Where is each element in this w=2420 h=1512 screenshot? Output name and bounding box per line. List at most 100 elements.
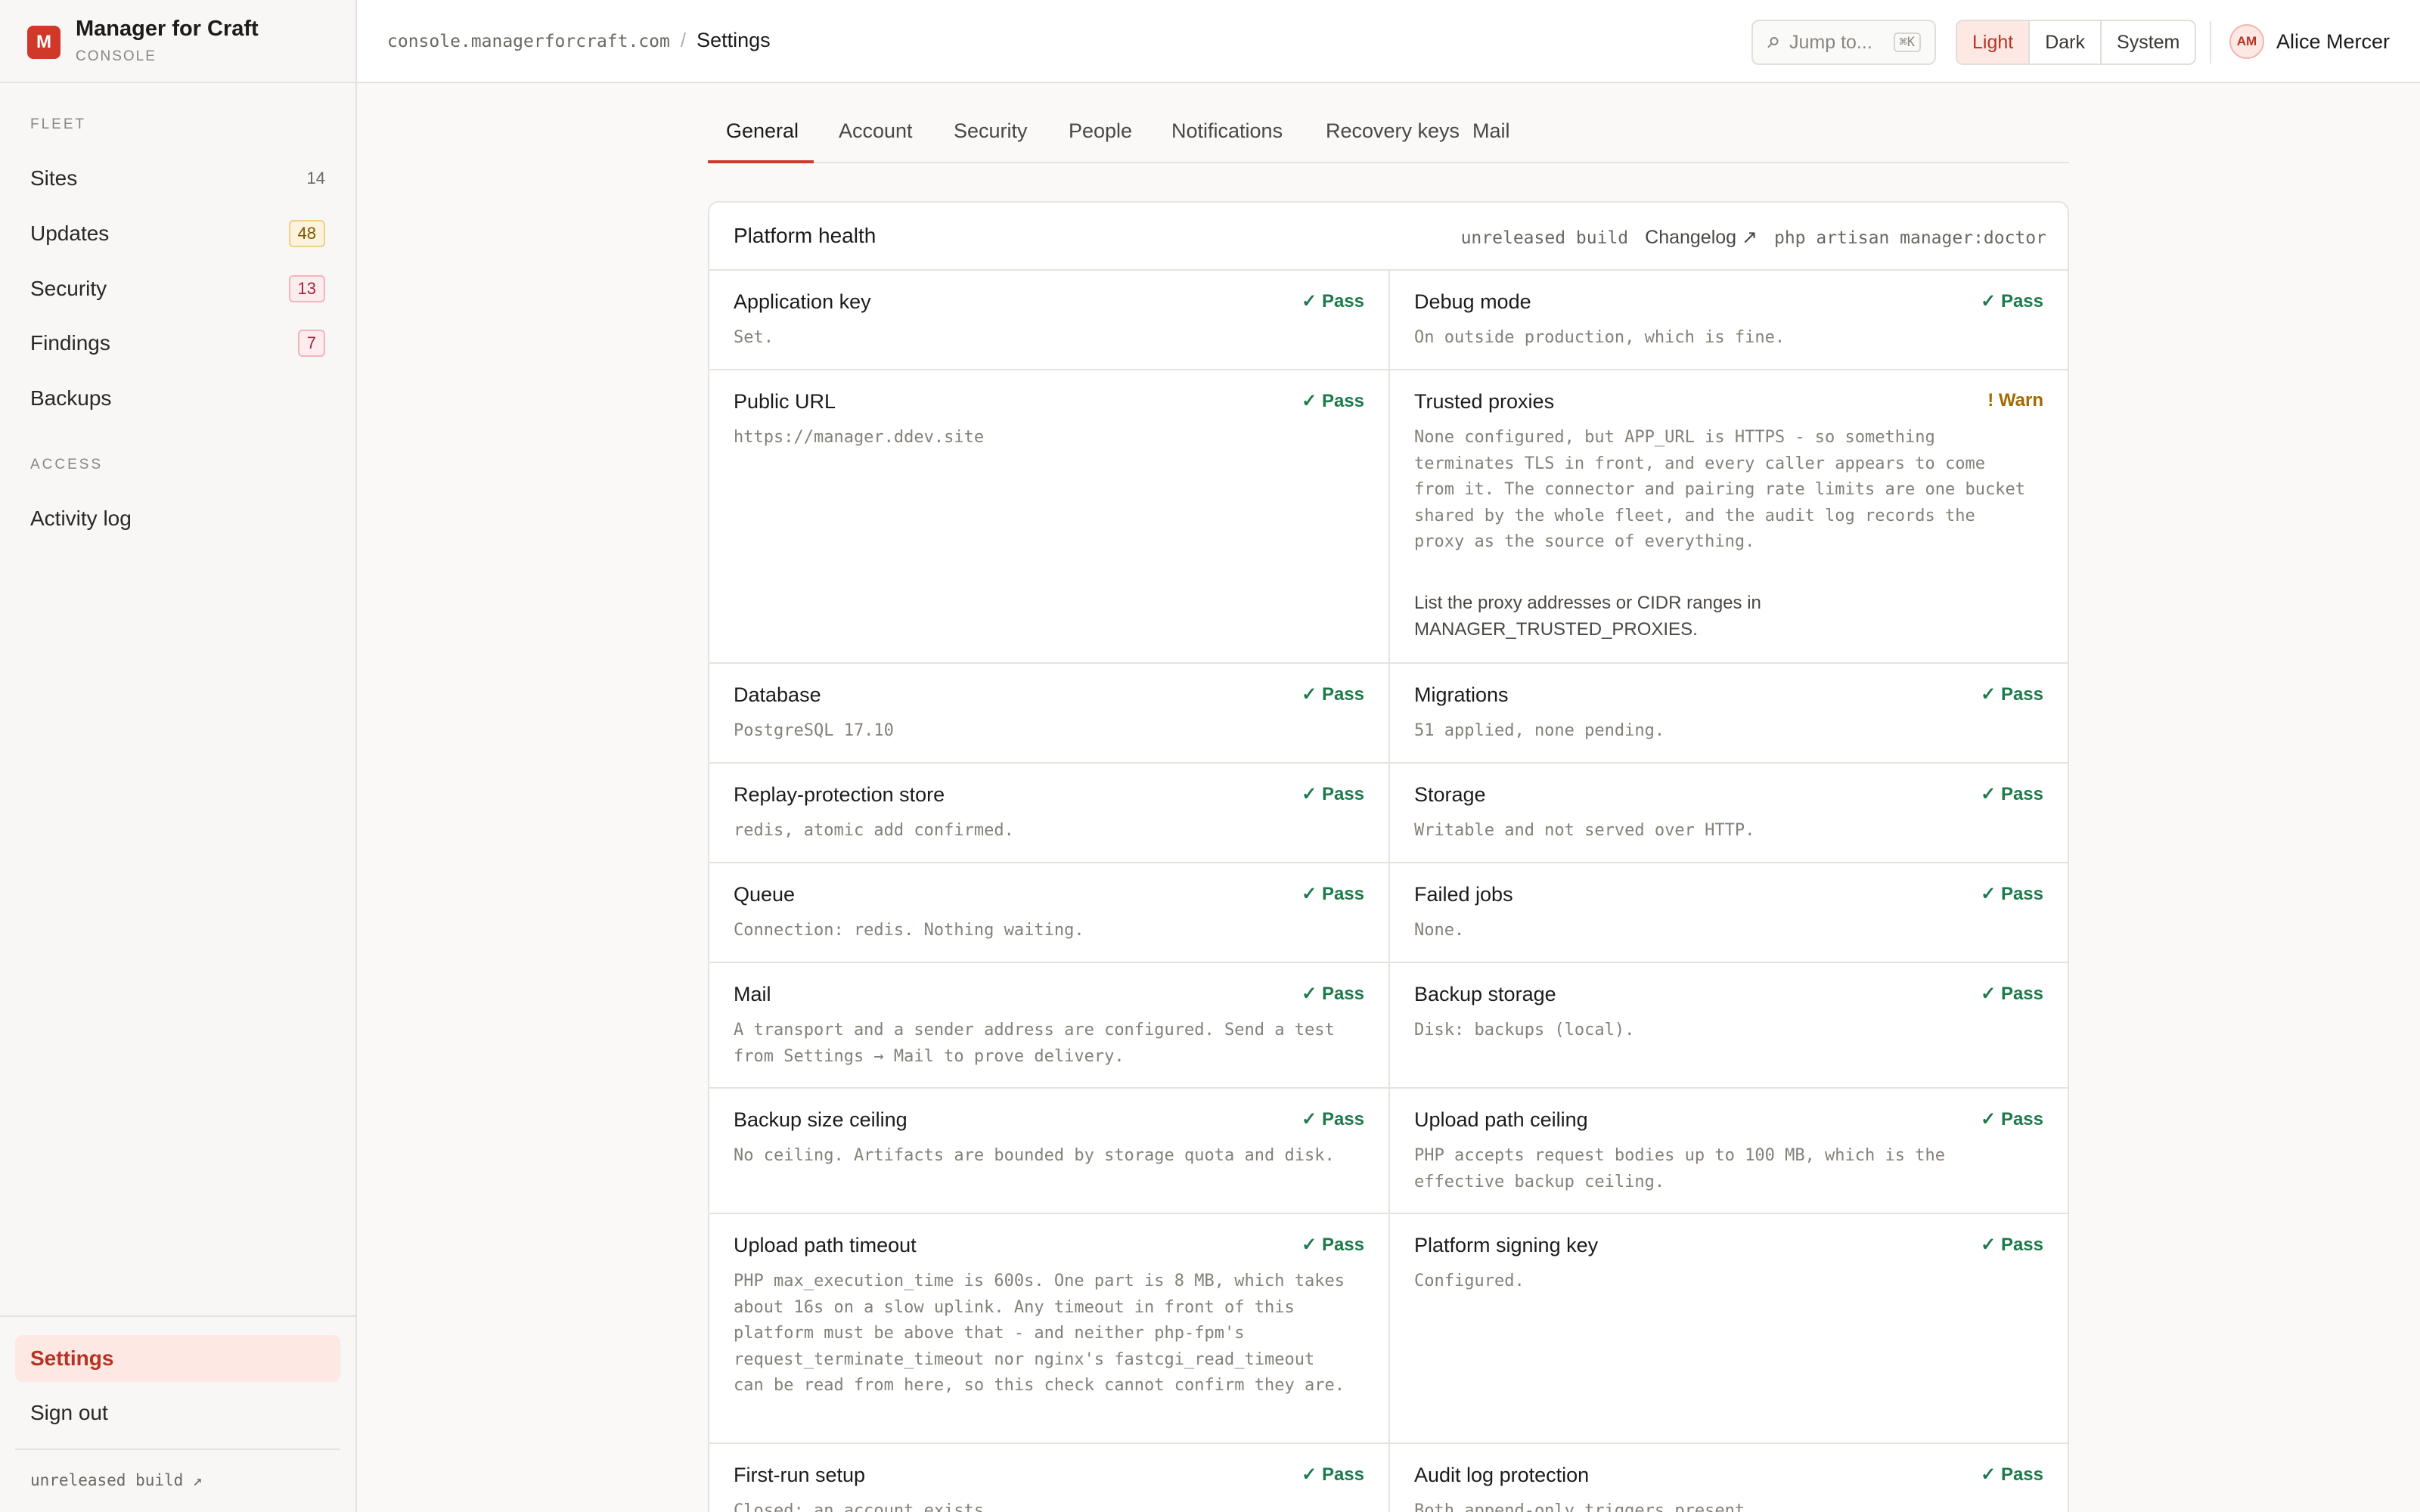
check-title: Failed jobs [1414,883,1513,906]
changelog-link[interactable]: Changelog ↗ [1645,226,1758,249]
check-detail: On outside production, which is fine. [1414,328,1786,347]
check-debug-mode: Debug mode ✓ Pass On outside production,… [1388,271,2068,370]
check-public-url: Public URL ✓ Pass https://manager.ddev.s… [709,370,1390,664]
check-status: ✓ Pass [1981,1235,2043,1255]
check-title: Public URL [734,390,836,413]
check-status: ✓ Pass [1302,884,1364,904]
nav-group-fleet: FLEET [30,116,87,132]
check-detail: Both append-only triggers present. [1414,1501,1755,1512]
tab-notifications[interactable]: Notifications [1171,110,1283,163]
top-bar: console.managerforcraft.com / Settings J… [357,0,2420,83]
check-migrations: Migrations ✓ Pass 51 applied, none pendi… [1388,664,2068,764]
check-detail: 51 applied, none pending. [1414,721,1665,740]
check-replay-protection-store: Replay-protection store ✓ Pass redis, at… [709,764,1390,863]
keyboard-shortcut: ⌘K [1893,33,1921,52]
breadcrumb-separator: / [680,29,687,51]
check-detail: None configured, but APP_URL is HTTPS - … [1414,428,2025,551]
theme-system-button[interactable]: System [2102,21,2195,64]
app-name: Manager for Craft [76,17,259,41]
check-status: ✓ Pass [1302,1464,1364,1485]
check-detail: Connection: redis. Nothing waiting. [734,921,1084,940]
check-title: Backup storage [1414,983,1556,1005]
check-status: ✓ Pass [1981,684,2043,705]
tab-recovery-keys[interactable]: Recovery keys [1326,110,1460,163]
sidebar-item-backups[interactable]: Backups [15,375,340,422]
check-title: Backup size ceiling [734,1108,908,1131]
settings-tabs: General Account Security People Notifica… [708,110,2069,163]
check-failed-jobs: Failed jobs ✓ Pass None. [1388,863,2068,963]
check-mail: Mail ✓ Pass A transport and a sender add… [709,963,1390,1089]
sites-count: 14 [306,169,325,187]
check-title: Application key [734,290,871,313]
check-platform-signing-key: Platform signing key ✓ Pass Configured. [1388,1214,2068,1444]
page-title: Settings [697,29,771,51]
sidebar-item-findings[interactable]: Findings 7 [15,320,340,367]
sidebar-item-label: Findings [30,331,110,355]
doctor-command: php artisan manager:doctor [1773,228,2046,248]
sidebar-item-updates[interactable]: Updates 48 [15,210,340,257]
check-status: ✓ Pass [1302,1109,1364,1129]
check-detail: None. [1414,921,1465,940]
check-status: ✓ Pass [1981,291,2043,311]
check-detail: PHP accepts request bodies up to 100 MB,… [1414,1146,1945,1191]
theme-dark-button[interactable]: Dark [2030,21,2102,64]
check-detail: PHP max_execution_time is 600s. One part… [734,1272,1345,1395]
tab-people[interactable]: People [1069,110,1132,163]
sidebar-item-sites[interactable]: Sites 14 [15,155,340,202]
tab-security[interactable]: Security [954,110,1028,163]
sidebar-item-label: Backups [30,386,112,410]
brand[interactable]: M Manager for Craft CONSOLE [0,0,355,83]
sidebar-item-security[interactable]: Security 13 [15,265,340,312]
platform-health-card: Platform health unreleased build Changel… [708,201,2069,1512]
check-title: Storage [1414,783,1486,806]
check-title: Platform signing key [1414,1234,1599,1256]
app-subtitle: CONSOLE [76,48,157,64]
check-audit-log-protection: Audit log protection ✓ Pass Both append-… [1388,1444,2068,1512]
sidebar-item-activity-log[interactable]: Activity log [15,495,340,542]
check-status: ✓ Pass [1981,1464,2043,1485]
sidebar-item-sign-out[interactable]: Sign out [15,1390,340,1436]
check-detail: Closed; an account exists. [734,1501,994,1512]
check-detail: Set. [734,328,774,347]
check-application-key: Application key ✓ Pass Set. [709,271,1390,370]
sidebar-item-settings[interactable]: Settings [15,1335,340,1382]
check-title: Mail [734,983,771,1005]
tab-general[interactable]: General [708,110,814,163]
check-title: First-run setup [734,1464,866,1486]
sidebar-divider [15,1448,340,1450]
app-logo: M [27,26,60,59]
security-count-badge: 13 [288,275,325,302]
build-link[interactable]: unreleased build ↗ [30,1471,203,1489]
sidebar-item-label: Activity log [30,507,132,530]
breadcrumb-host[interactable]: console.managerforcraft.com [387,32,670,51]
tab-account[interactable]: Account [839,110,913,163]
check-note: List the proxy addresses or CIDR ranges … [1414,593,1761,640]
check-title: Queue [734,883,796,906]
check-title: Database [734,683,821,706]
check-detail: Disk: backups (local). [1414,1021,1635,1040]
jump-to-search[interactable]: Jump to... ⌘K [1751,20,1936,65]
check-title: Replay-protection store [734,783,945,806]
check-title: Audit log protection [1414,1464,1590,1486]
header-divider [2210,21,2211,64]
check-title: Trusted proxies [1414,390,1555,413]
jump-placeholder: Jump to... [1789,31,1872,53]
check-upload-path-ceiling: Upload path ceiling ✓ Pass PHP accepts r… [1388,1089,2068,1214]
check-queue: Queue ✓ Pass Connection: redis. Nothing … [709,863,1390,963]
check-title: Upload path ceiling [1414,1108,1588,1131]
check-status: ✓ Pass [1302,291,1364,311]
user-menu[interactable]: AM Alice Mercer [2229,24,2390,59]
tab-mail[interactable]: Mail [1472,110,1510,163]
sidebar-item-label: Settings [30,1346,114,1370]
search-icon [1767,37,1779,48]
sidebar-item-label: Sign out [30,1401,108,1424]
check-status: ✓ Pass [1981,884,2043,904]
theme-light-button[interactable]: Light [1957,21,2031,64]
check-detail: A transport and a sender address are con… [734,1021,1335,1066]
sidebar-item-label: Updates [30,222,110,245]
check-upload-path-timeout: Upload path timeout ✓ Pass PHP max_execu… [709,1214,1390,1444]
check-title: Debug mode [1414,290,1531,313]
check-status: ✓ Pass [1981,984,2043,1004]
check-storage: Storage ✓ Pass Writable and not served o… [1388,764,2068,863]
check-backup-size-ceiling: Backup size ceiling ✓ Pass No ceiling. A… [709,1089,1390,1214]
